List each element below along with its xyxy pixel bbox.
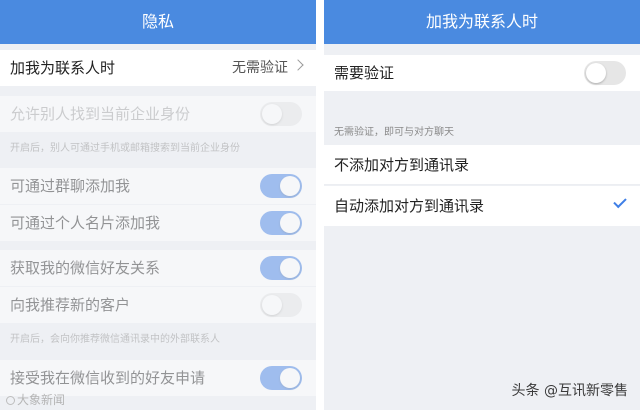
privacy-panel: 隐私 加我为联系人时 无需验证 允许别人找到当前企业身份 开启后，别人可通过手机…	[0, 0, 316, 410]
add-via-group-toggle[interactable]	[260, 174, 302, 198]
toggle-knob	[586, 63, 606, 83]
add-via-card-toggle[interactable]	[260, 211, 302, 235]
toggle-knob	[262, 104, 282, 124]
toggle-knob	[280, 213, 300, 233]
find-enterprise-identity-label: 允许别人找到当前企业身份	[10, 105, 191, 123]
add-me-contact-value: 无需验证	[232, 60, 288, 76]
add-via-card-row[interactable]: 可通过个人名片添加我	[0, 205, 316, 241]
wechat-friends-toggle[interactable]	[260, 256, 302, 280]
toggle-knob	[262, 295, 282, 315]
recommend-customers-label: 向我推荐新的客户	[10, 296, 131, 314]
add-via-card-label: 可通过个人名片添加我	[10, 214, 161, 232]
wechat-friends-label: 获取我的微信好友关系	[10, 259, 161, 277]
add-via-group-row[interactable]: 可通过群聊添加我	[0, 168, 316, 204]
no-verification-note: 无需验证，即可与对方聊天	[334, 127, 454, 138]
option-not-add-label: 不添加对方到通讯录	[334, 156, 470, 174]
add-contact-settings-panel: 加我为联系人时 需要验证 无需验证，即可与对方聊天 不添加对方到通讯录 自动添加…	[324, 0, 640, 410]
chevron-right-icon	[292, 59, 304, 71]
toggle-knob	[280, 258, 300, 278]
find-enterprise-note: 开启后，别人可通过手机或邮箱搜索到当前企业身份	[10, 143, 240, 154]
recommend-customers-row[interactable]: 向我推荐新的客户	[0, 287, 316, 323]
toggle-knob	[280, 176, 300, 196]
require-verification-label: 需要验证	[334, 64, 395, 82]
toggle-knob	[280, 368, 300, 388]
checkmark-icon	[613, 194, 627, 209]
add-me-contact-row[interactable]: 加我为联系人时 无需验证	[0, 50, 316, 86]
recommend-customers-note: 开启后，会向你推荐微信通讯录中的外部联系人	[10, 334, 220, 345]
option-auto-add-label: 自动添加对方到通讯录	[334, 197, 485, 215]
watermark-left: 大象新闻	[6, 391, 65, 408]
watermark-logo-icon	[6, 396, 15, 405]
require-verification-row[interactable]: 需要验证	[324, 55, 640, 91]
add-via-group-label: 可通过群聊添加我	[10, 177, 131, 195]
privacy-nav-title: 隐私	[0, 0, 316, 44]
find-enterprise-identity-toggle[interactable]	[260, 102, 302, 126]
watermark-right: 头条 @互讯新零售	[511, 383, 628, 399]
add-me-contact-label: 加我为联系人时	[10, 59, 116, 77]
require-verification-toggle[interactable]	[584, 61, 626, 85]
option-auto-add-row[interactable]: 自动添加对方到通讯录	[324, 186, 640, 226]
wechat-friends-row[interactable]: 获取我的微信好友关系	[0, 250, 316, 286]
add-contact-nav-title: 加我为联系人时	[324, 0, 640, 44]
recommend-customers-toggle[interactable]	[260, 293, 302, 317]
find-enterprise-identity-row[interactable]: 允许别人找到当前企业身份	[0, 96, 316, 132]
accept-wechat-requests-toggle[interactable]	[260, 366, 302, 390]
option-not-add-row[interactable]: 不添加对方到通讯录	[324, 145, 640, 185]
